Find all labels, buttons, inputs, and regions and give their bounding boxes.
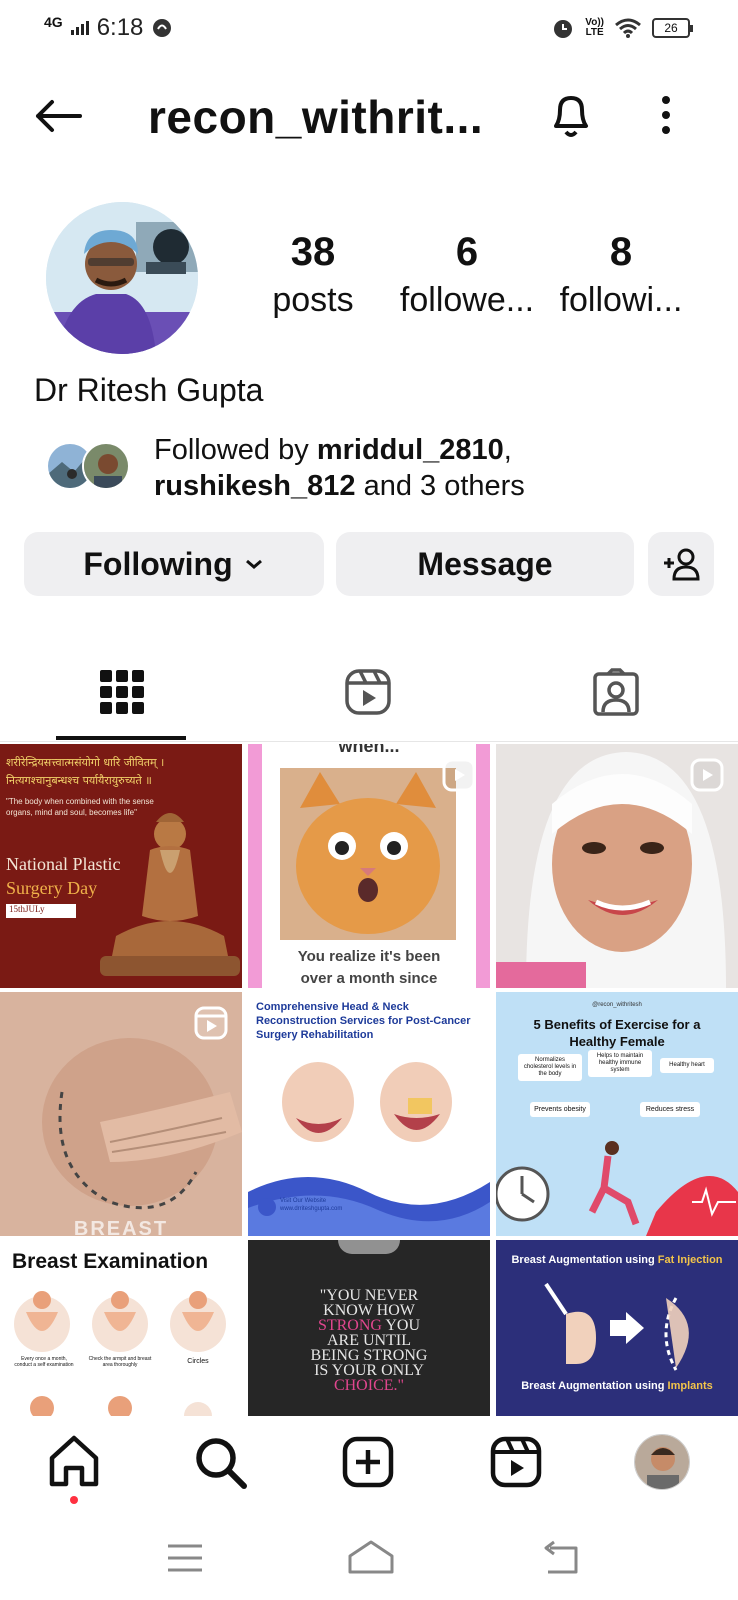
- profile-stats: 38 posts 6 followe... 8 followi...: [260, 230, 720, 330]
- post-thumbnail[interactable]: BREAST: [0, 992, 242, 1236]
- logo-icon: [258, 1198, 276, 1216]
- suggested-users-button[interactable]: [648, 532, 714, 596]
- active-tab-indicator: [56, 736, 186, 740]
- post-thumbnail[interactable]: when... You realize it's been over a mon…: [248, 744, 490, 988]
- search-icon[interactable]: [192, 1434, 248, 1490]
- app-notification-icon: [153, 19, 172, 37]
- mutual-user-link[interactable]: mriddul_2810: [317, 434, 504, 466]
- reel-indicator-icon: [194, 1006, 228, 1040]
- status-bar: 4G 6:18 Vo)) LTE 26: [0, 0, 738, 56]
- chevron-down-icon: [245, 559, 262, 569]
- grid-tab-icon[interactable]: [98, 668, 146, 716]
- system-navigation-bar: [0, 1516, 738, 1600]
- augmentation-illustration: [544, 1282, 689, 1371]
- battery-icon: 26: [652, 18, 693, 38]
- profile-header: recon_withrit...: [0, 78, 738, 158]
- home-notification-dot: [70, 1496, 78, 1504]
- followed-by-text: Followed by mriddul_2810, rushikesh_812 …: [154, 434, 525, 502]
- system-back-icon[interactable]: [540, 1538, 582, 1578]
- profile-avatar[interactable]: [46, 202, 198, 354]
- reel-indicator-icon: [690, 758, 724, 792]
- profile-display-name: Dr Ritesh Gupta: [34, 372, 264, 408]
- profile-avatar-nav[interactable]: [634, 1434, 690, 1490]
- bottom-navigation: [0, 1416, 738, 1516]
- clock: 6:18: [96, 14, 144, 41]
- recents-menu-icon[interactable]: [164, 1538, 206, 1578]
- reel-indicator-icon: [442, 758, 476, 792]
- surprised-cat-image: [280, 768, 456, 940]
- reels-icon[interactable]: [488, 1434, 544, 1490]
- followed-by-section[interactable]: Followed by mriddul_2810, rushikesh_812 …: [46, 432, 706, 512]
- following-stat[interactable]: 8 followi...: [556, 230, 686, 320]
- post-thumbnail[interactable]: Breast Examination Every once a month, c…: [0, 1240, 242, 1416]
- back-arrow-icon[interactable]: [30, 96, 86, 136]
- followers-stat[interactable]: 6 followe...: [396, 230, 538, 320]
- post-thumbnail[interactable]: [496, 744, 738, 988]
- profile-content-tabs: [0, 650, 738, 742]
- exercise-illustration: [496, 1141, 738, 1236]
- posts-grid: शरीरेन्द्रियसत्त्वात्मसंयोगो धारि जीवितम…: [0, 744, 738, 1416]
- post-thumbnail[interactable]: शरीरेन्द्रियसत्त्वात्मसंयोगो धारि जीवितम…: [0, 744, 242, 988]
- create-post-icon[interactable]: [340, 1434, 396, 1490]
- sage-statue-illustration: [100, 813, 240, 976]
- more-options-icon[interactable]: [656, 94, 676, 136]
- alarm-icon: [554, 20, 573, 38]
- network-type: 4G: [44, 14, 63, 30]
- profile-username: recon_withrit...: [148, 91, 484, 143]
- mutual-user-link[interactable]: rushikesh_812: [154, 470, 356, 502]
- notification-bell-icon[interactable]: [548, 90, 594, 140]
- spotlight-lamp: [338, 1240, 400, 1254]
- post-thumbnail[interactable]: "YOU NEVER KNOW HOW STRONG YOU ARE UNTIL…: [248, 1240, 490, 1416]
- system-home-icon[interactable]: [346, 1538, 396, 1578]
- signal-icon: [70, 21, 89, 35]
- home-icon[interactable]: [46, 1434, 102, 1490]
- post-thumbnail[interactable]: Breast Augmentation using Fat Injection …: [496, 1240, 738, 1416]
- post-thumbnail[interactable]: Comprehensive Head & Neck Reconstruction…: [248, 992, 490, 1236]
- reels-tab-icon[interactable]: [344, 668, 392, 716]
- following-button[interactable]: Following: [24, 532, 324, 596]
- add-person-icon: [664, 548, 700, 581]
- mutual-avatar-2: [82, 442, 130, 490]
- wifi-icon: [615, 18, 641, 38]
- posts-stat[interactable]: 38 posts: [260, 230, 366, 320]
- post-thumbnail[interactable]: @recon_withritesh 5 Benefits of Exercise…: [496, 992, 738, 1236]
- message-button[interactable]: Message: [336, 532, 634, 596]
- volte-indicator: Vo)) LTE: [585, 17, 604, 38]
- examination-illustration: [14, 1291, 226, 1416]
- tagged-tab-icon[interactable]: [592, 668, 640, 716]
- motivational-quote: "YOU NEVER KNOW HOW STRONG YOU ARE UNTIL…: [310, 1287, 428, 1394]
